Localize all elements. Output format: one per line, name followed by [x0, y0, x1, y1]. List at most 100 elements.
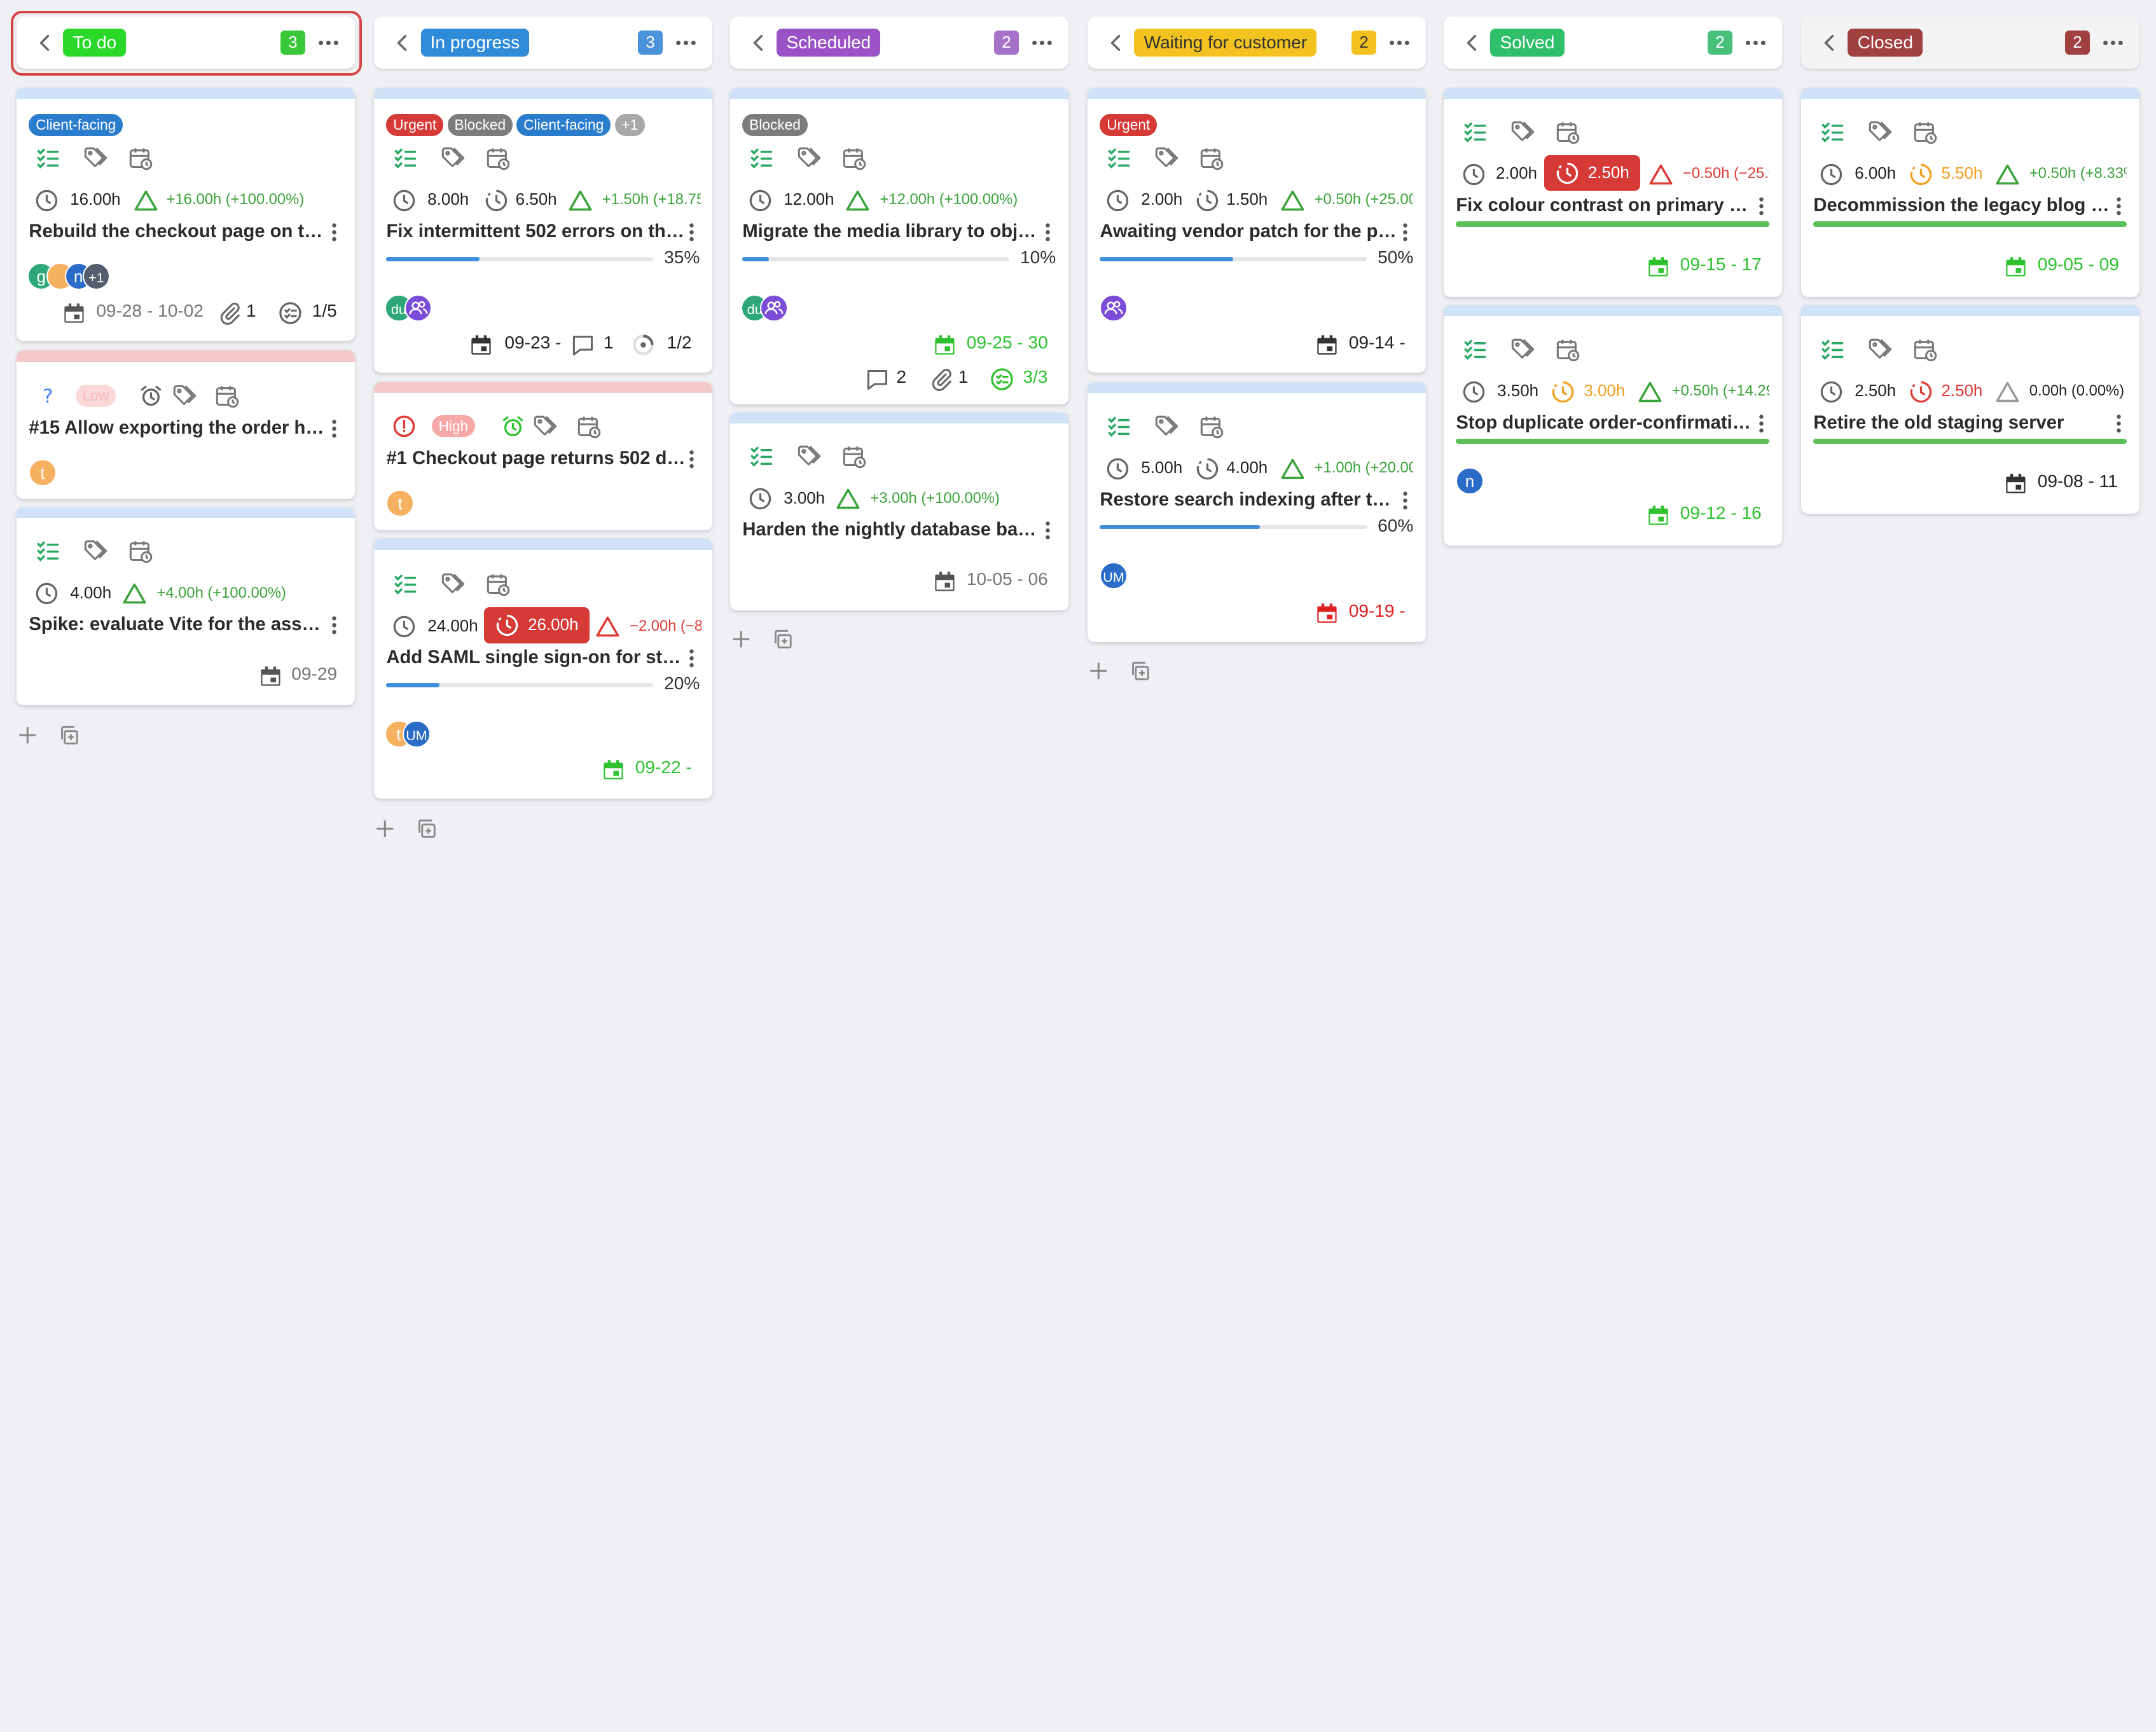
task-card[interactable]: 2.00h 2.50h −0.50h (−25.00%) Fix colour …: [1443, 88, 1782, 297]
task-card[interactable]: Client-facing 16.00h +16.00h (+100.00%) …: [16, 88, 355, 341]
tag-icon[interactable]: [1867, 120, 1892, 144]
card-menu-icon[interactable]: [688, 647, 696, 670]
ticket-card[interactable]: High #1 Checkout page returns 502 during…: [374, 381, 712, 531]
column-title[interactable]: Closed: [1848, 29, 1923, 57]
tag-icon[interactable]: [440, 146, 465, 170]
add-card-icon[interactable]: [1088, 660, 1110, 682]
checklist-icon[interactable]: [749, 444, 774, 469]
schedule-icon[interactable]: [485, 146, 510, 170]
add-from-template-icon[interactable]: [1129, 660, 1151, 682]
column-title[interactable]: Scheduled: [777, 29, 881, 57]
card-menu-icon[interactable]: [688, 448, 696, 471]
schedule-icon[interactable]: [1912, 120, 1937, 144]
collapse-chevron-icon[interactable]: [1463, 31, 1482, 55]
add-from-template-icon[interactable]: [58, 724, 80, 746]
schedule-icon[interactable]: [1555, 337, 1580, 362]
card-title[interactable]: Restore search indexing after the migrat…: [1100, 490, 1399, 511]
schedule-icon[interactable]: [128, 539, 153, 563]
tag-blocked[interactable]: Blocked: [742, 114, 808, 136]
checklist-icon[interactable]: [1820, 120, 1845, 144]
tag-icon[interactable]: [796, 444, 821, 469]
tag-icon[interactable]: [83, 539, 107, 563]
card-title[interactable]: Fix intermittent 502 errors on the API g…: [386, 221, 686, 242]
collapse-chevron-icon[interactable]: [1820, 31, 1839, 55]
card-menu-icon[interactable]: [330, 221, 338, 244]
card-title[interactable]: Spike: evaluate Vite for the asset pipel…: [29, 614, 328, 635]
checklist-icon[interactable]: [1463, 337, 1488, 362]
task-card[interactable]: Urgent 2.00h 1.50h +0.50h (+25.00%) Awai…: [1087, 88, 1426, 373]
checklist-icon[interactable]: [749, 146, 774, 170]
tag-icon[interactable]: [1154, 414, 1178, 439]
card-menu-icon[interactable]: [330, 614, 338, 636]
schedule-icon[interactable]: [485, 572, 510, 596]
task-card[interactable]: 4.00h +4.00h (+100.00%) Spike: evaluate …: [16, 507, 355, 705]
schedule-icon[interactable]: [1199, 146, 1224, 170]
task-card[interactable]: 3.50h 3.00h +0.50h (+14.29%) Stop duplic…: [1443, 305, 1782, 546]
priority-low-badge[interactable]: Low: [75, 385, 116, 407]
add-card-icon[interactable]: [730, 628, 752, 650]
schedule-icon[interactable]: [841, 444, 866, 469]
card-menu-icon[interactable]: [2115, 195, 2123, 217]
add-from-template-icon[interactable]: [771, 628, 794, 650]
card-menu-icon[interactable]: [1757, 413, 1766, 435]
tag-more[interactable]: +1: [614, 114, 646, 136]
schedule-icon[interactable]: [128, 146, 153, 170]
collapse-chevron-icon[interactable]: [1107, 31, 1126, 55]
collapse-chevron-icon[interactable]: [393, 31, 412, 55]
card-menu-icon[interactable]: [1401, 221, 1409, 244]
column-title[interactable]: Solved: [1490, 29, 1565, 57]
tag-client-facing[interactable]: Client-facing: [29, 114, 123, 136]
tag-client-facing[interactable]: Client-facing: [516, 114, 611, 136]
more-options-icon[interactable]: [1030, 31, 1054, 55]
add-from-template-icon[interactable]: [415, 818, 438, 840]
tag-icon[interactable]: [83, 146, 107, 170]
card-menu-icon[interactable]: [1044, 221, 1052, 244]
priority-high-badge[interactable]: High: [431, 415, 476, 437]
card-menu-icon[interactable]: [2115, 413, 2123, 435]
schedule-icon[interactable]: [214, 383, 239, 408]
collapse-chevron-icon[interactable]: [749, 31, 768, 55]
checklist-icon[interactable]: [1107, 146, 1131, 170]
checklist-icon[interactable]: [36, 539, 60, 563]
checklist-icon[interactable]: [1107, 414, 1131, 439]
tag-icon[interactable]: [440, 572, 465, 596]
schedule-icon[interactable]: [1199, 414, 1224, 439]
card-title[interactable]: Decommission the legacy blog app: [1813, 195, 2113, 216]
task-card[interactable]: 5.00h 4.00h +1.00h (+20.00%) Restore sea…: [1087, 381, 1426, 642]
card-menu-icon[interactable]: [330, 418, 338, 440]
card-menu-icon[interactable]: [1401, 490, 1409, 512]
card-title[interactable]: #1 Checkout page returns 502 during peak…: [386, 448, 686, 469]
checklist-icon[interactable]: [1820, 337, 1845, 362]
more-options-icon[interactable]: [1743, 31, 1768, 55]
card-title[interactable]: Harden the nightly database backup job: [742, 519, 1042, 540]
tag-urgent[interactable]: Urgent: [1100, 114, 1157, 136]
more-options-icon[interactable]: [674, 31, 698, 55]
card-menu-icon[interactable]: [1044, 519, 1052, 542]
task-card[interactable]: 2.50h 2.50h 0.00h (0.00%) Retire the old…: [1800, 305, 2139, 514]
card-title[interactable]: Awaiting vendor patch for the payment SD…: [1100, 221, 1399, 242]
card-title[interactable]: Migrate the media library to object stor…: [742, 221, 1042, 242]
tag-icon[interactable]: [796, 146, 821, 170]
more-options-icon[interactable]: [2101, 31, 2125, 55]
tag-blocked[interactable]: Blocked: [447, 114, 513, 136]
add-card-icon[interactable]: [17, 724, 39, 746]
tag-icon[interactable]: [1154, 146, 1178, 170]
task-card[interactable]: Urgent Blocked Client-facing +1 8.00h 6.…: [374, 88, 712, 373]
task-card[interactable]: 3.00h +3.00h (+100.00%) Harden the night…: [729, 412, 1068, 610]
task-card[interactable]: Blocked 12.00h +12.00h (+100.00%) Migrat…: [729, 88, 1068, 404]
card-menu-icon[interactable]: [688, 221, 696, 244]
more-options-icon[interactable]: [1387, 31, 1412, 55]
card-title[interactable]: #15 Allow exporting the order history to…: [29, 418, 328, 439]
tag-icon[interactable]: [1867, 337, 1892, 362]
card-title[interactable]: Rebuild the checkout page on the new des…: [29, 221, 328, 242]
card-menu-icon[interactable]: [1757, 195, 1766, 217]
tag-icon[interactable]: [172, 383, 197, 408]
checklist-icon[interactable]: [393, 146, 418, 170]
tag-icon[interactable]: [1510, 120, 1535, 144]
task-card[interactable]: 24.00h 26.00h −2.00h (−8.33%) Add SAML s…: [374, 539, 712, 799]
column-title[interactable]: Waiting for customer: [1134, 29, 1317, 57]
tag-urgent[interactable]: Urgent: [386, 114, 444, 136]
schedule-icon[interactable]: [1912, 337, 1937, 362]
tag-icon[interactable]: [1510, 337, 1535, 362]
checklist-icon[interactable]: [1463, 120, 1488, 144]
